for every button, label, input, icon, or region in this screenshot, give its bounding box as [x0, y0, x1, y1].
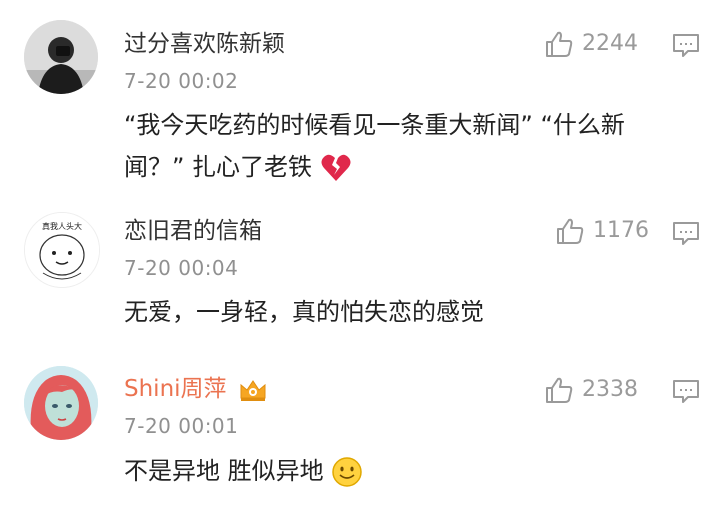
- comment-icon: [673, 34, 699, 57]
- thumbs-up-icon: [557, 218, 584, 244]
- like-button[interactable]: 2244: [544, 30, 638, 58]
- avatar-dark-figure-icon: [24, 20, 98, 94]
- avatar-caption: 真我人头大: [42, 221, 82, 231]
- timestamp: 7-20 00:01: [124, 414, 239, 438]
- comment-icon: [673, 380, 699, 403]
- username[interactable]: 恋旧君的信箱: [124, 217, 262, 245]
- avatar[interactable]: [24, 366, 98, 440]
- comment-item: 真我人头大 恋旧君的信箱 7-20 00:04 1176 无爱，一身轻，真的怕失…: [0, 188, 719, 356]
- avatar[interactable]: 真我人头大: [24, 212, 100, 288]
- reply-button[interactable]: [672, 379, 700, 403]
- username-label: Shini周萍: [124, 376, 227, 402]
- comment-text: 不是异地 胜似异地: [124, 450, 684, 492]
- comment-text-body: 不是异地 胜似异地: [124, 457, 324, 485]
- like-count: 1176: [593, 218, 649, 243]
- thumbs-up-icon: [546, 31, 573, 57]
- like-button[interactable]: 2338: [544, 376, 638, 404]
- avatar[interactable]: [24, 20, 98, 94]
- comment-icon: [673, 222, 699, 245]
- comment-item: Shini周萍 7-20 00:01 2338 不是异地 胜似异地: [0, 356, 719, 530]
- reply-button[interactable]: [672, 221, 700, 245]
- reply-button[interactable]: [672, 33, 700, 57]
- timestamp: 7-20 00:04: [124, 256, 239, 280]
- username[interactable]: Shini周萍: [124, 375, 268, 403]
- username[interactable]: 过分喜欢陈新颖: [124, 30, 285, 58]
- comment-text-body: “我今天吃药的时候看见一条重大新闻” “什么新闻？” 扎心了老铁: [124, 111, 625, 181]
- comment-item: 过分喜欢陈新颖 7-20 00:02 2244 “我今天吃药的时候看见一条重大新…: [0, 0, 719, 188]
- comment-text: “我今天吃药的时候看见一条重大新闻” “什么新闻？” 扎心了老铁: [124, 104, 684, 188]
- smile-emoji-icon: [332, 457, 363, 487]
- avatar-illustrated-girl-icon: [24, 366, 98, 440]
- like-count: 2338: [582, 377, 638, 402]
- like-button[interactable]: 1176: [555, 217, 649, 245]
- like-count: 2244: [582, 31, 638, 56]
- avatar-cartoon-face-icon: 真我人头大: [25, 213, 99, 287]
- comment-text: 无爱，一身轻，真的怕失恋的感觉: [124, 298, 484, 326]
- vip-crown-icon[interactable]: [238, 378, 268, 402]
- timestamp: 7-20 00:02: [124, 69, 239, 93]
- thumbs-up-icon: [546, 377, 573, 403]
- broken-heart-icon: [321, 154, 351, 181]
